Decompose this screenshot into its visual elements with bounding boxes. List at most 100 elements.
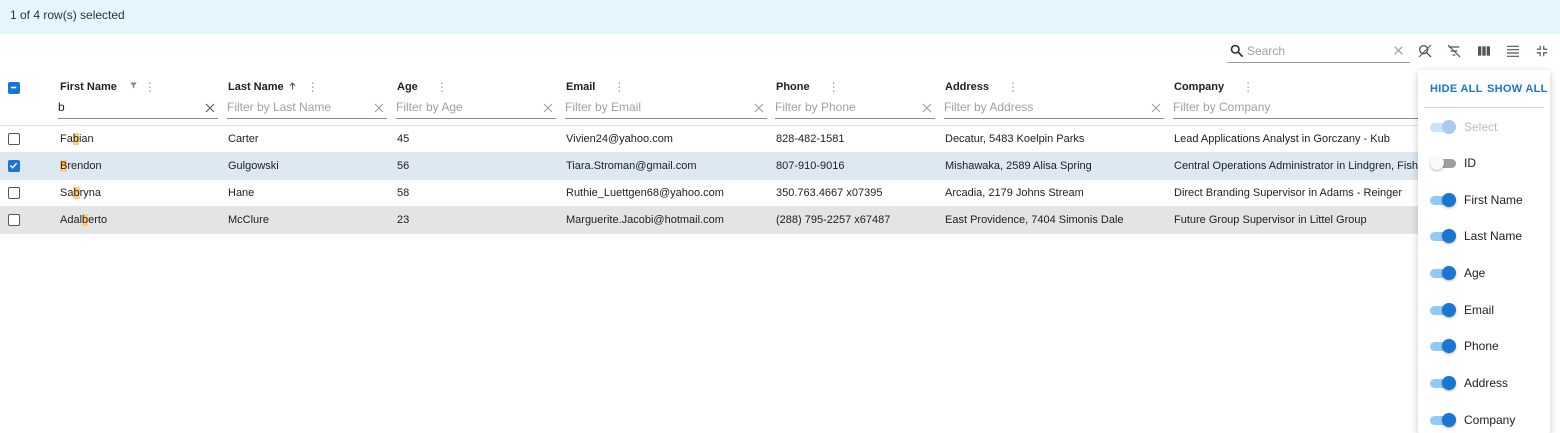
show-all-button[interactable]: SHOW ALL — [1487, 83, 1548, 95]
toggle-switch[interactable] — [1430, 193, 1456, 207]
filter-off-icon — [1446, 43, 1462, 64]
column-title: Age — [397, 81, 418, 93]
row-checkbox[interactable] — [8, 187, 20, 199]
column-toggle-label: Company — [1464, 413, 1516, 427]
column-menu-icon[interactable]: ⋮ — [1007, 80, 1019, 94]
toggle-switch[interactable] — [1430, 339, 1456, 353]
cell-first-name: Adalberto — [60, 214, 108, 226]
filter-first-name-input[interactable] — [58, 100, 196, 114]
filter-clear-icon[interactable] — [1150, 101, 1162, 119]
filter-address-input[interactable] — [944, 100, 1142, 114]
toggle-switch[interactable] — [1430, 229, 1456, 243]
column-toggle-company[interactable]: Company — [1430, 411, 1515, 429]
cell-first-name: Brendon — [60, 160, 102, 172]
column-toggle-label: Address — [1464, 376, 1509, 390]
select-all-checkbox[interactable] — [8, 82, 20, 94]
columns-button[interactable] — [1475, 44, 1493, 62]
filter-company-input[interactable] — [1173, 100, 1396, 114]
column-toggle-select: Select — [1430, 118, 1497, 136]
column-toggle-email[interactable]: Email — [1430, 301, 1494, 319]
column-title: Phone — [776, 81, 810, 93]
sort-ascending-icon — [288, 81, 297, 94]
density-button[interactable] — [1504, 44, 1522, 62]
filter-clear-icon[interactable] — [204, 101, 216, 119]
column-toggle-age[interactable]: Age — [1430, 264, 1485, 282]
column-header-address[interactable]: Address ⋮ — [945, 80, 1019, 94]
table-row[interactable]: Brendon Gulgowski 56 Tiara.Stroman@gmail… — [0, 153, 1428, 180]
filter-active-icon — [129, 81, 138, 93]
column-toggle-id[interactable]: ID — [1430, 154, 1476, 172]
filter-address[interactable] — [944, 97, 1164, 119]
filter-age-input[interactable] — [396, 100, 534, 114]
selection-banner: 1 of 4 row(s) selected — [0, 0, 1560, 34]
global-search[interactable] — [1227, 42, 1410, 63]
toggle-switch[interactable] — [1430, 266, 1456, 280]
filter-email-input[interactable] — [565, 100, 745, 114]
column-menu-icon[interactable]: ⋮ — [1242, 80, 1254, 94]
fullscreen-button[interactable] — [1533, 44, 1551, 62]
cell-last-name: Gulgowski — [228, 160, 279, 172]
filter-first-name[interactable] — [58, 97, 218, 119]
cell-email: Vivien24@yahoo.com — [566, 133, 673, 145]
filter-age[interactable] — [396, 97, 556, 119]
column-menu-icon[interactable]: ⋮ — [828, 80, 840, 94]
row-checkbox[interactable] — [8, 214, 20, 226]
filter-clear-icon[interactable] — [373, 101, 385, 119]
toggle-switch[interactable] — [1430, 376, 1456, 390]
filter-last-name[interactable] — [227, 97, 387, 119]
cell-first-name: Sabryna — [60, 187, 101, 199]
column-title: Email — [566, 81, 596, 93]
hide-all-button[interactable]: HIDE ALL — [1430, 83, 1483, 95]
column-toggle-label: Select — [1464, 120, 1498, 134]
table-row[interactable]: Fabian Carter 45 Vivien24@yahoo.com 828-… — [0, 126, 1418, 153]
filter-company[interactable] — [1173, 97, 1418, 119]
column-toggle-phone[interactable]: Phone — [1430, 337, 1499, 355]
table-row[interactable]: Adalberto McClure 23 Marguerite.Jacobi@h… — [0, 207, 1418, 234]
toggle-switch[interactable] — [1430, 413, 1456, 427]
search-icon — [1229, 43, 1244, 63]
column-header-age[interactable]: Age ⋮ — [397, 80, 448, 94]
filter-email[interactable] — [565, 97, 767, 119]
filter-phone[interactable] — [775, 97, 935, 119]
column-toggle-first-name[interactable]: First Name — [1430, 191, 1523, 209]
cell-address: East Providence, 7404 Simonis Dale — [945, 214, 1124, 226]
column-header-phone[interactable]: Phone ⋮ — [776, 80, 840, 94]
column-toggle-last-name[interactable]: Last Name — [1430, 227, 1522, 245]
column-header-last-name[interactable]: Last Name ⋮ — [228, 80, 319, 94]
column-toggle-label: Email — [1464, 303, 1495, 317]
toggle-switch[interactable] — [1430, 156, 1456, 170]
column-header-company[interactable]: Company ⋮ — [1174, 80, 1254, 94]
column-header-email[interactable]: Email ⋮ — [566, 80, 625, 94]
filter-phone-input[interactable] — [775, 100, 913, 114]
table-row[interactable]: Sabryna Hane 58 Ruthie_Luettgen68@yahoo.… — [0, 180, 1418, 207]
column-header-first-name[interactable]: First Name ⋮ — [60, 80, 156, 94]
column-menu-icon[interactable]: ⋮ — [307, 80, 319, 94]
toggle-switch[interactable] — [1430, 303, 1456, 317]
cell-phone: (288) 795-2257 x67487 — [776, 214, 891, 226]
density-icon — [1505, 43, 1521, 64]
column-menu-icon[interactable]: ⋮ — [436, 80, 448, 94]
filter-last-name-input[interactable] — [227, 100, 365, 114]
cell-email: Marguerite.Jacobi@hotmail.com — [566, 214, 724, 226]
search-input[interactable] — [1247, 43, 1387, 59]
filter-clear-icon[interactable] — [753, 101, 765, 119]
cell-company: Lead Applications Analyst in Gorczany - … — [1174, 133, 1390, 145]
column-toggle-label: Age — [1464, 266, 1486, 280]
cell-first-name: Fabian — [60, 133, 94, 145]
column-title: Address — [945, 81, 990, 93]
filter-toggle-button[interactable] — [1445, 44, 1463, 62]
column-menu-icon[interactable]: ⋮ — [144, 80, 156, 94]
column-toggle-address[interactable]: Address — [1430, 374, 1508, 392]
filter-clear-icon[interactable] — [921, 101, 933, 119]
search-toggle-button[interactable] — [1416, 44, 1434, 62]
cell-email: Tiara.Stroman@gmail.com — [566, 160, 697, 172]
search-clear-icon[interactable] — [1392, 44, 1405, 62]
row-checkbox[interactable] — [8, 133, 20, 145]
column-title: Company — [1174, 81, 1225, 93]
row-checkbox[interactable] — [8, 160, 20, 172]
column-menu-icon[interactable]: ⋮ — [613, 80, 625, 94]
cell-address: Decatur, 5483 Koelpin Parks — [945, 133, 1085, 145]
filter-clear-icon[interactable] — [542, 101, 554, 119]
cell-phone: 828-482-1581 — [776, 133, 845, 145]
cell-phone: 807-910-9016 — [776, 160, 845, 172]
